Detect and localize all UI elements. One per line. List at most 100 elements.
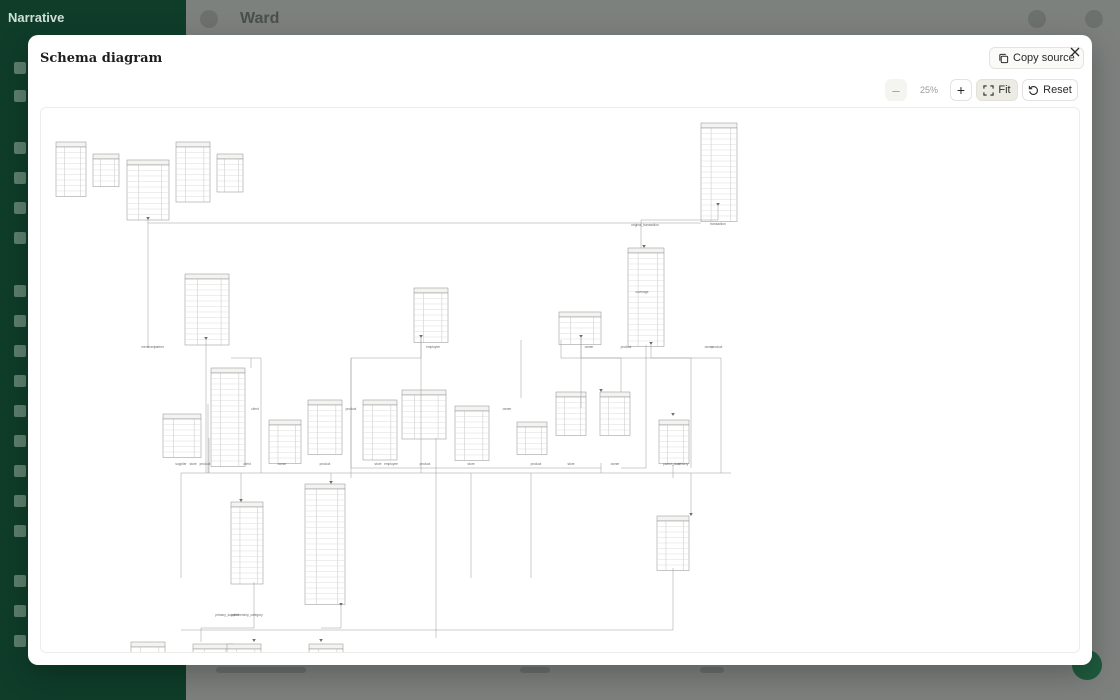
table-body — [130, 646, 166, 652]
nav-icon — [14, 575, 26, 587]
table-header — [184, 273, 230, 280]
edge-label: product — [346, 407, 357, 411]
table-body — [413, 292, 449, 343]
edge-label: product — [621, 345, 632, 349]
relationship-arrow — [599, 389, 603, 392]
close-button[interactable] — [1068, 45, 1082, 59]
table-body — [700, 127, 738, 222]
star-icon — [1028, 10, 1046, 28]
table-header — [216, 153, 244, 160]
zoom-out-button[interactable]: – — [885, 79, 907, 101]
edge-label: coverage — [635, 290, 648, 294]
table-header — [175, 141, 211, 148]
table-header — [413, 287, 449, 294]
table-header — [126, 159, 170, 166]
edge-label: product — [531, 462, 542, 466]
table-header — [230, 501, 264, 508]
edge-label: client — [243, 462, 251, 466]
edge-label: store — [567, 462, 574, 466]
relationship-line — [321, 606, 342, 629]
table-body — [555, 396, 587, 436]
table-header — [656, 515, 690, 522]
fit-screen-icon — [983, 84, 995, 96]
relationship-arrow — [319, 639, 323, 642]
fit-button[interactable]: Fit — [976, 79, 1018, 101]
avatar — [1085, 10, 1103, 28]
minus-icon: – — [892, 82, 900, 98]
table-header — [401, 389, 447, 396]
zoom-in-button[interactable]: + — [950, 79, 972, 101]
table-header — [555, 391, 587, 398]
relationship-arrow — [689, 513, 693, 516]
table-header — [304, 483, 346, 490]
table-header — [55, 141, 87, 148]
modal-title: Schema diagram — [40, 51, 163, 66]
table-body — [162, 418, 202, 458]
workspace-title: Ward — [240, 10, 280, 27]
sidebar-brand: Narrative — [8, 10, 65, 25]
nav-icon — [14, 62, 26, 74]
nav-icon — [14, 202, 26, 214]
schema-diagram-modal: Schema diagram Copy source – 25% + Fit R… — [28, 35, 1092, 665]
table-body — [226, 648, 262, 652]
table-body — [210, 372, 246, 467]
reset-button[interactable]: Reset — [1022, 79, 1078, 101]
edge-label: delivery — [678, 462, 689, 466]
reset-icon — [1028, 85, 1039, 95]
table-body — [658, 424, 690, 464]
relationship-arrow — [671, 413, 675, 416]
table-header — [599, 391, 631, 398]
nav-icon — [14, 285, 26, 297]
nav-icon — [14, 635, 26, 647]
close-icon — [1070, 47, 1080, 57]
diagram-canvas[interactable]: original_transaction transaction coverage o… — [40, 107, 1080, 653]
nav-icon — [14, 90, 26, 102]
relationship-arrow — [329, 481, 333, 484]
table-header — [210, 367, 246, 374]
edge-label: client — [251, 407, 259, 411]
table-body — [656, 520, 690, 571]
plus-icon: + — [956, 82, 966, 98]
table-body — [454, 410, 490, 461]
nav-icon — [14, 465, 26, 477]
background-row — [216, 667, 306, 673]
edge-label: owner — [278, 462, 288, 466]
edge-label: membership_category — [231, 613, 263, 617]
edge-label: supplier — [175, 462, 187, 466]
nav-icon — [14, 315, 26, 327]
table-header — [627, 247, 665, 254]
edge-label: product — [420, 462, 431, 466]
nav-icon — [14, 345, 26, 357]
nav-icon — [14, 232, 26, 244]
copy-icon — [999, 53, 1009, 63]
table-header — [268, 419, 302, 426]
table-header — [92, 153, 120, 160]
table-body — [558, 316, 602, 345]
back-icon — [200, 10, 218, 28]
nav-icon — [14, 142, 26, 154]
table-body — [308, 648, 344, 652]
table-header — [558, 311, 602, 318]
table-header — [162, 413, 202, 420]
background-row — [520, 667, 550, 673]
table-header — [226, 643, 262, 650]
edge-label: owner — [503, 407, 513, 411]
edge-label: original_transaction — [631, 223, 659, 227]
edge-label: store — [467, 462, 474, 466]
edge-label: transaction — [710, 222, 726, 226]
nav-icon — [14, 525, 26, 537]
edge-label: partner — [154, 345, 165, 349]
table-header — [454, 405, 490, 412]
reset-label: Reset — [1043, 84, 1072, 96]
edge-label: employee — [426, 345, 440, 349]
relationship-line — [200, 582, 255, 642]
table-header — [658, 419, 690, 426]
relationship-arrow — [239, 499, 243, 502]
table-header — [308, 643, 344, 650]
edge-label: product — [320, 462, 331, 466]
nav-icon — [14, 375, 26, 387]
edge-label: merchant — [141, 345, 154, 349]
table-body — [599, 396, 631, 436]
edge-label: product — [200, 462, 211, 466]
edge-label: store — [374, 462, 381, 466]
